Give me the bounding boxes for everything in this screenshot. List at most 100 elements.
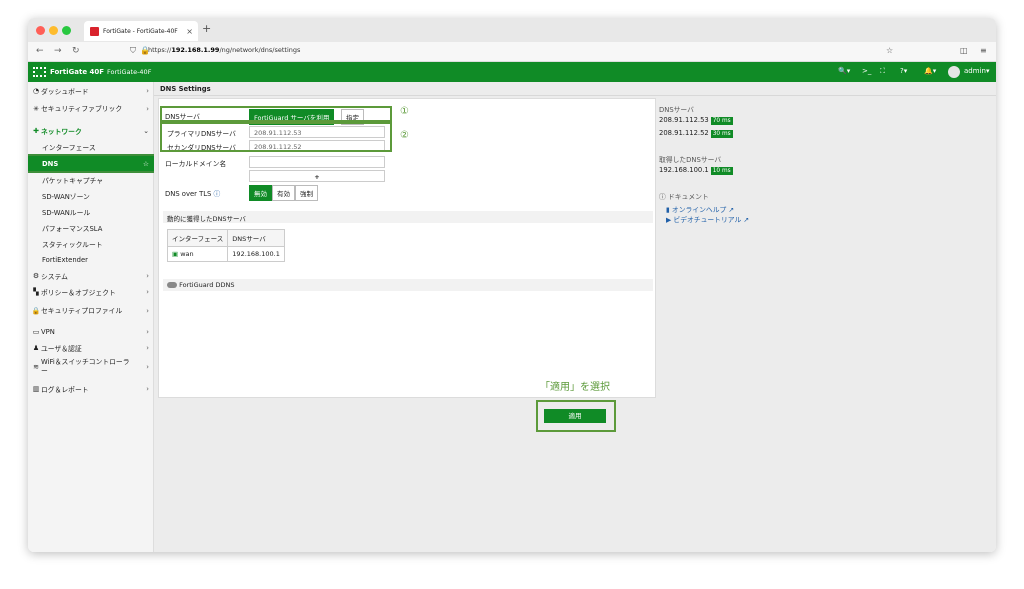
chevron-right-icon: › xyxy=(146,327,149,336)
book-icon: ▮ xyxy=(666,206,670,214)
chevron-right-icon: › xyxy=(146,343,149,352)
tls-enforce-option[interactable]: 強制 xyxy=(295,185,318,201)
breadcrumb: DNS Settings xyxy=(154,82,996,96)
sidebar-item-system[interactable]: ⚙ システム › xyxy=(28,269,154,282)
latency-badge: 70 ms xyxy=(710,117,733,125)
fullscreen-icon[interactable]: ⛶ xyxy=(880,67,885,76)
port-icon: ▣ xyxy=(172,250,179,258)
pocket-icon[interactable]: ◫ xyxy=(960,46,968,55)
tls-disable-option[interactable]: 無効 xyxy=(249,185,272,201)
fortinet-favicon-icon xyxy=(90,26,99,36)
maximize-window-icon[interactable] xyxy=(62,26,71,35)
add-domain-button[interactable]: + xyxy=(249,170,385,182)
video-tutorial-link[interactable]: ▶ ビデオチュートリアル ↗ xyxy=(666,214,749,224)
fortinet-logo-icon xyxy=(33,67,46,77)
sidebar-item-vpn[interactable]: ▭ VPN › xyxy=(28,325,154,338)
dns-server-info-1: 208.91.112.53 70 ms xyxy=(659,116,733,125)
chevron-right-icon: › xyxy=(146,105,149,113)
sidebar-item-dashboard[interactable]: ◔ ダッシュボード › xyxy=(28,84,154,97)
table-row[interactable]: ▣ wan 192.168.100.1 xyxy=(166,246,285,262)
bookmark-star-icon[interactable]: ☆ xyxy=(886,46,893,55)
network-icon: ✚ xyxy=(33,126,39,135)
lock-icon: 🔒 xyxy=(31,307,41,315)
callout-box-dns-addresses xyxy=(160,122,392,152)
fabric-icon: ✳ xyxy=(33,105,39,113)
notification-bell-icon[interactable]: 🔔▾ xyxy=(924,67,936,75)
close-tab-icon[interactable]: × xyxy=(186,27,193,36)
chevron-right-icon: › xyxy=(146,363,149,371)
instruction-text: 「適用」を選択 xyxy=(540,382,610,393)
dynamic-dns-table: インターフェース DNSサーバ ▣ wan 192.168.100.1 xyxy=(166,229,285,262)
tab-bar: FortiGate - FortiGate-40F × + xyxy=(28,18,996,42)
apply-button[interactable]: 適用 xyxy=(544,409,606,423)
external-link-icon: ↗ xyxy=(743,216,750,224)
callout-number-1: ① xyxy=(400,106,409,117)
policy-icon: ▚ xyxy=(33,287,39,296)
sidebar-item-security-profiles[interactable]: 🔒 セキュリティプロファイル › xyxy=(28,300,154,322)
local-domain-label: ローカルドメイン名 xyxy=(165,160,227,168)
video-icon: ▶ xyxy=(666,216,672,224)
sidebar-item-sdwan-rules[interactable]: SD-WANルール xyxy=(28,205,154,218)
tls-enable-option[interactable]: 有効 xyxy=(272,185,295,201)
sidebar-item-wifi-switch[interactable]: ≋ WiFi＆スイッチコントローラー › xyxy=(28,356,154,378)
sidebar-item-interfaces[interactable]: インターフェース xyxy=(28,140,154,153)
help-icon[interactable]: ?▾ xyxy=(900,67,907,75)
sidebar: ◔ ダッシュボード › ✳ セキュリティファブリック › ✚ ネットワーク ⌄ … xyxy=(28,82,156,552)
local-domain-field[interactable] xyxy=(249,156,385,168)
address-bar: ← → ↻ ⛉ 🔒 https://192.168.1.99/ng/networ… xyxy=(28,42,996,62)
back-icon[interactable]: ← xyxy=(36,46,44,56)
browser-tab[interactable]: FortiGate - FortiGate-40F × xyxy=(84,21,198,41)
dns-over-tls-label: DNS over TLS ⓘ xyxy=(165,190,221,198)
sidebar-item-performance-sla[interactable]: パフォーマンスSLA xyxy=(28,221,154,234)
forward-icon[interactable]: → xyxy=(54,46,62,56)
chevron-down-icon: ⌄ xyxy=(143,126,149,135)
vpn-icon: ▭ xyxy=(32,327,40,336)
dynamic-dns-section-title: 動的に獲得したDNSサーバ xyxy=(163,211,653,223)
url-field[interactable]: https://192.168.1.99/ng/network/dns/sett… xyxy=(148,46,300,54)
dashboard-icon: ◔ xyxy=(32,86,40,95)
dns-server-info-2: 208.91.112.52 30 ms xyxy=(659,129,733,138)
external-link-icon: ↗ xyxy=(728,206,735,214)
user-icon: ♟ xyxy=(32,343,40,352)
ddns-toggle[interactable] xyxy=(167,282,177,288)
interface-cell: ▣ wan xyxy=(166,246,229,262)
chevron-right-icon: › xyxy=(146,271,149,280)
sidebar-item-network[interactable]: ✚ ネットワーク ⌄ xyxy=(28,124,154,137)
online-help-link[interactable]: ▮ オンラインヘルプ ↗ xyxy=(666,204,734,214)
hostname: FortiGate-40F xyxy=(107,68,152,76)
sidebar-item-packet-capture[interactable]: パケットキャプチャ xyxy=(28,173,154,186)
fortiguard-ddns-row: FortiGuard DDNS xyxy=(163,279,653,291)
sidebar-item-log-report[interactable]: ▥ ログ＆レポート › xyxy=(28,382,154,395)
sidebar-item-user-auth[interactable]: ♟ ユーザ＆認証 › xyxy=(28,341,154,354)
sidebar-item-dns[interactable]: DNS ☆ xyxy=(28,154,156,173)
reload-icon[interactable]: ↻ xyxy=(72,46,80,56)
sidebar-item-fortiextender[interactable]: FortiExtender xyxy=(28,253,154,266)
gear-icon: ⚙ xyxy=(32,271,40,280)
minimize-window-icon[interactable] xyxy=(49,26,58,35)
sidebar-item-security-fabric[interactable]: ✳ セキュリティファブリック › xyxy=(28,98,154,120)
dns-server-cell: 192.168.100.1 xyxy=(227,246,285,262)
info-icon[interactable]: ⓘ xyxy=(214,190,221,198)
cli-icon[interactable]: >_ xyxy=(862,67,871,75)
search-icon[interactable]: 🔍▾ xyxy=(838,67,850,75)
chevron-right-icon: › xyxy=(146,384,149,393)
shield-icon[interactable]: ⛉ xyxy=(130,46,136,56)
sidebar-item-sdwan-zones[interactable]: SD-WANゾーン xyxy=(28,189,154,202)
new-tab-icon[interactable]: + xyxy=(202,22,211,35)
help-icon: ⓘ xyxy=(659,193,666,201)
sidebar-item-policy-objects[interactable]: ▚ ポリシー＆オブジェクト › xyxy=(28,285,154,298)
app-header: FortiGate 40F FortiGate-40F 🔍▾ >_ ⛶ ?▾ 🔔… xyxy=(28,62,996,82)
obtained-dns-info: 192.168.100.1 10 ms xyxy=(659,166,733,175)
tab-title: FortiGate - FortiGate-40F xyxy=(103,27,178,35)
chevron-right-icon: › xyxy=(146,287,149,296)
user-menu[interactable]: admin▾ xyxy=(964,67,989,75)
callout-box-dns-server xyxy=(160,106,392,122)
avatar[interactable] xyxy=(948,66,960,78)
column-header-dns-server: DNSサーバ xyxy=(227,229,285,247)
menu-icon[interactable]: ≡ xyxy=(980,46,987,55)
close-window-icon[interactable] xyxy=(36,26,45,35)
sidebar-item-static-routes[interactable]: スタティックルート xyxy=(28,237,154,250)
product-name: FortiGate 40F xyxy=(50,68,105,76)
favorite-star-icon[interactable]: ☆ xyxy=(143,160,149,168)
wifi-icon: ≋ xyxy=(33,363,39,371)
